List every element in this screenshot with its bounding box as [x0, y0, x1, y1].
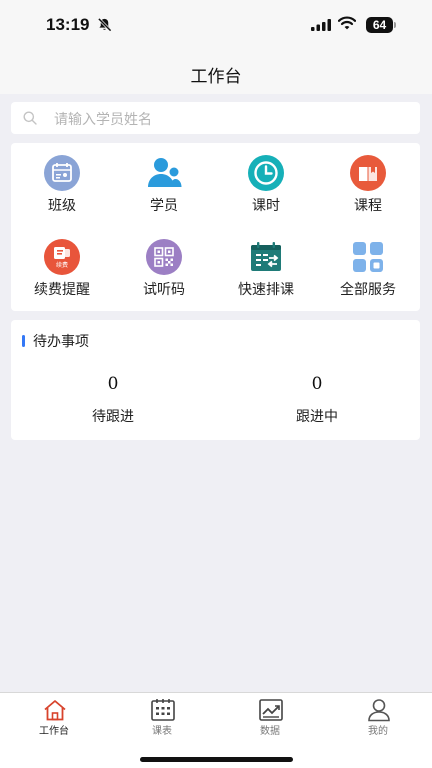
profile-icon	[368, 699, 390, 722]
todo-count: 0	[311, 374, 323, 394]
home-indicator	[140, 757, 293, 762]
bell-slash-icon	[97, 17, 112, 32]
section-marker	[22, 335, 25, 347]
tab-bar: 工作台 课表 数据 我的	[0, 692, 432, 768]
service-students[interactable]: 学员	[113, 143, 215, 214]
grid-icon	[353, 242, 383, 272]
status-bar: 13:19 64	[0, 0, 432, 50]
service-label: 全部服务	[340, 282, 396, 298]
search-icon	[23, 111, 37, 125]
class-icon	[44, 155, 80, 191]
services-grid: 班级 学员 课时 课程 续费 续费提醒 试听码 快速排课 全部服务	[11, 143, 420, 311]
status-time: 13:19	[46, 15, 90, 34]
timetable-icon	[151, 699, 175, 721]
todo-count: 0	[107, 374, 119, 394]
nav-bar: 工作台	[0, 50, 432, 94]
todo-label: 跟进中	[296, 409, 338, 425]
search-input[interactable]: 请输入学员姓名	[11, 102, 420, 134]
todo-card: 待办事项 0 待跟进 0 跟进中	[11, 320, 420, 440]
tab-label: 工作台	[39, 726, 69, 737]
todo-title: 待办事项	[33, 334, 89, 350]
tab-profile[interactable]: 我的	[324, 693, 432, 739]
service-trial-code[interactable]: 试听码	[113, 227, 215, 298]
wifi-icon	[338, 16, 356, 30]
service-class[interactable]: 班级	[11, 143, 113, 214]
service-label: 课时	[252, 198, 280, 214]
service-label: 班级	[48, 198, 76, 214]
signal-icon	[311, 19, 331, 31]
service-quick-schedule[interactable]: 快速排课	[215, 227, 317, 298]
students-icon	[148, 158, 182, 187]
service-label: 续费提醒	[34, 282, 90, 298]
service-lesson-hours[interactable]: 课时	[215, 143, 317, 214]
service-label: 快速排课	[238, 282, 294, 298]
search-placeholder: 请输入学员姓名	[54, 112, 152, 128]
todo-in-followup[interactable]: 0 跟进中	[215, 374, 419, 430]
tab-timetable[interactable]: 课表	[108, 693, 216, 739]
tab-label: 课表	[152, 726, 172, 737]
battery-icon: 64	[366, 17, 396, 33]
service-all[interactable]: 全部服务	[317, 227, 419, 298]
home-icon	[44, 700, 66, 721]
todo-label: 待跟进	[92, 409, 134, 425]
clock-icon	[248, 155, 284, 191]
todo-pending-followup[interactable]: 0 待跟进	[11, 374, 215, 430]
chart-icon	[259, 699, 283, 721]
course-book-icon	[350, 155, 386, 191]
service-courses[interactable]: 课程	[317, 143, 419, 214]
renewal-icon: 续费	[44, 239, 80, 275]
service-label: 学员	[150, 198, 178, 214]
qr-code-icon	[146, 239, 182, 275]
service-renewal[interactable]: 续费 续费提醒	[11, 227, 113, 298]
tab-label: 数据	[260, 726, 280, 737]
tab-label: 我的	[368, 726, 388, 737]
service-label: 试听码	[143, 282, 185, 298]
battery-level: 64	[366, 17, 393, 33]
calendar-schedule-icon	[251, 242, 281, 271]
renewal-badge: 续费	[56, 261, 68, 269]
page-title: 工作台	[190, 67, 242, 87]
service-label: 课程	[354, 198, 382, 214]
tab-data[interactable]: 数据	[216, 693, 324, 739]
tab-workbench[interactable]: 工作台	[0, 693, 108, 739]
